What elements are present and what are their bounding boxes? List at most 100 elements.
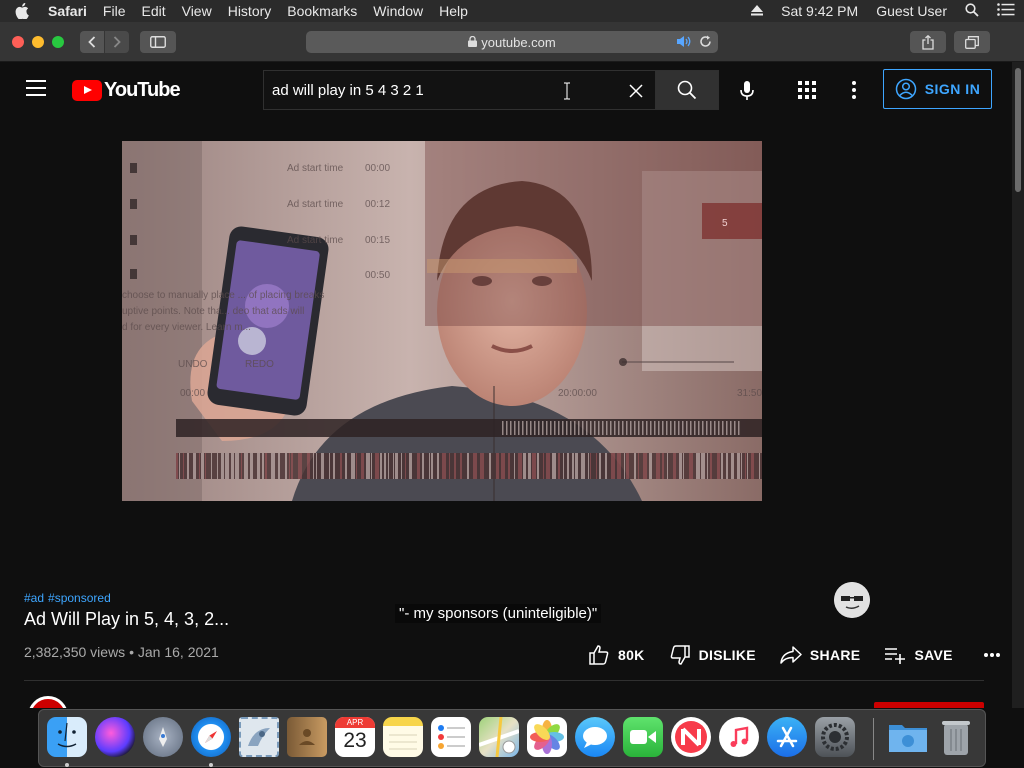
overlay-redo: REDO (245, 359, 274, 370)
search-input[interactable]: ad will play in 5 4 3 2 1 (263, 70, 655, 110)
address-bar[interactable]: youtube.com (306, 31, 718, 53)
contacts-icon[interactable] (287, 717, 327, 757)
view-count: 2,382,350 views (24, 644, 126, 660)
meta-separator: • (129, 644, 134, 660)
section-divider (24, 680, 984, 681)
video-title: Ad Will Play in 5, 4, 3, 2... (24, 609, 230, 629)
reload-icon[interactable] (699, 35, 712, 51)
chevron-left-icon (88, 36, 96, 48)
pip-number: 5 (722, 218, 728, 229)
sidebar-button[interactable] (140, 31, 176, 53)
menu-clock[interactable]: Sat 9:42 PM (781, 3, 858, 19)
notes-icon[interactable] (383, 717, 423, 757)
browser-toolbar: youtube.com (0, 22, 1024, 83)
ad-row-label: Ad start time (287, 163, 344, 174)
menu-history[interactable]: History (220, 3, 280, 19)
system-preferences-icon[interactable] (815, 717, 855, 757)
facetime-icon[interactable] (623, 717, 663, 757)
sign-in-button[interactable]: SIGN IN (883, 69, 992, 109)
dock-separator (873, 718, 874, 760)
mail-icon[interactable] (239, 717, 279, 757)
meme-face-icon (834, 582, 870, 618)
overlay-tick: 20:00:00 (558, 388, 597, 399)
music-icon[interactable] (719, 717, 759, 757)
save-button[interactable]: SAVE (884, 646, 952, 664)
sidebar-icon (150, 36, 166, 48)
ad-row-label: Ad start time (287, 199, 344, 210)
share-video-button[interactable]: SHARE (780, 645, 861, 665)
page-scrollbar[interactable] (1012, 62, 1024, 708)
clear-search-icon[interactable] (625, 80, 647, 102)
reminders-icon[interactable] (431, 717, 471, 757)
thumbs-up-icon (589, 645, 609, 665)
share-label: SHARE (809, 647, 861, 663)
video-caption: "- my sponsors (uninteligible)" (395, 604, 602, 623)
siri-icon[interactable] (95, 717, 135, 757)
apps-grid-icon[interactable] (797, 80, 817, 100)
eject-icon[interactable] (751, 3, 764, 19)
close-window-button[interactable] (12, 36, 24, 48)
zoom-window-button[interactable] (52, 36, 64, 48)
search-button[interactable] (655, 70, 719, 110)
finder-icon[interactable] (47, 717, 87, 757)
menu-file[interactable]: File (95, 3, 134, 19)
calendar-icon[interactable]: APR 23 (335, 717, 375, 757)
account-icon (895, 78, 916, 100)
upload-date: Jan 16, 2021 (137, 644, 219, 660)
overlay-text-line: d for every viewer. Learn m... (122, 322, 251, 333)
logo-wordmark: YouTube (104, 79, 181, 101)
save-label: SAVE (914, 647, 953, 663)
menu-window[interactable]: Window (365, 3, 431, 19)
calendar-month: APR (335, 717, 375, 728)
running-indicator (65, 763, 69, 767)
ad-row-time: 00:50 (365, 270, 390, 281)
overlay-tick: 00:00 (180, 388, 205, 399)
tab-overview-button[interactable] (954, 31, 990, 53)
share-button[interactable] (910, 31, 946, 53)
dislike-button[interactable]: DISLIKE (669, 644, 756, 666)
dislike-label: DISLIKE (698, 647, 756, 663)
ad-row-time: 00:12 (365, 199, 390, 210)
app-store-icon[interactable] (767, 717, 807, 757)
like-button[interactable]: 80K (588, 644, 645, 666)
menu-bookmarks[interactable]: Bookmarks (279, 3, 365, 19)
maps-icon[interactable] (479, 717, 519, 757)
minimize-window-button[interactable] (32, 36, 44, 48)
news-icon[interactable] (671, 717, 711, 757)
hashtag-link[interactable]: #sponsored (48, 591, 111, 605)
notification-center-icon[interactable] (997, 3, 1015, 19)
microphone-icon (740, 81, 754, 100)
youtube-logo[interactable]: YouTube (72, 79, 181, 102)
downloads-folder-icon[interactable] (888, 717, 928, 757)
messages-icon[interactable] (575, 717, 615, 757)
settings-more-icon[interactable] (846, 80, 862, 100)
menu-help[interactable]: Help (431, 3, 476, 19)
photos-icon[interactable] (527, 717, 567, 757)
user-avatar[interactable] (834, 582, 870, 618)
menu-edit[interactable]: Edit (133, 3, 173, 19)
thumbs-down-icon (670, 645, 690, 665)
hashtag-link[interactable]: #ad (24, 591, 44, 605)
video-player[interactable]: Ad start time 00:00 Ad start time 00:12 … (122, 141, 762, 501)
menu-user[interactable]: Guest User (876, 3, 947, 19)
search-value: ad will play in 5 4 3 2 1 (272, 81, 424, 99)
menu-view[interactable]: View (174, 3, 220, 19)
speaker-icon[interactable] (676, 35, 692, 51)
apple-menu-icon[interactable] (0, 3, 44, 19)
playlist-add-icon (885, 648, 906, 664)
back-button[interactable] (80, 31, 104, 53)
trash-icon[interactable] (936, 717, 976, 757)
more-actions-icon[interactable] (983, 652, 1009, 658)
guide-menu-icon[interactable] (26, 80, 46, 96)
menu-bar: Safari File Edit View History Bookmarks … (0, 0, 1024, 22)
voice-search-button[interactable] (734, 78, 760, 104)
overlay-text-line: uptive points. Note tha... deo that ads … (122, 306, 304, 317)
forward-button[interactable] (105, 31, 129, 53)
channel-avatar[interactable] (28, 696, 68, 708)
launchpad-icon[interactable] (143, 717, 183, 757)
spotlight-icon[interactable] (965, 2, 979, 20)
menu-app-name[interactable]: Safari (44, 3, 95, 19)
safari-icon[interactable] (191, 717, 231, 757)
dock-area: APR 23 (0, 708, 1024, 768)
scrollbar-thumb[interactable] (1015, 68, 1021, 192)
